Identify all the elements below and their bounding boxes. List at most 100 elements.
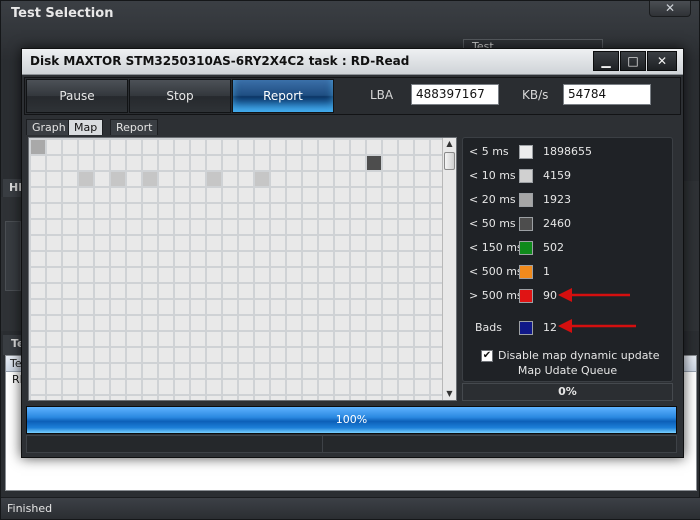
map-block <box>319 380 333 394</box>
map-block <box>143 380 157 394</box>
map-block <box>159 364 173 378</box>
scroll-thumb[interactable] <box>444 152 455 170</box>
map-block <box>287 220 301 234</box>
map-block <box>367 140 381 154</box>
map-block <box>191 284 205 298</box>
map-block <box>111 284 125 298</box>
map-block <box>95 284 109 298</box>
map-block <box>239 252 253 266</box>
map-block <box>271 236 285 250</box>
map-block <box>367 172 381 186</box>
map-block <box>111 364 125 378</box>
map-block <box>239 348 253 362</box>
legend-swatch <box>519 145 533 159</box>
map-block <box>335 300 349 314</box>
map-block <box>47 252 61 266</box>
map-block <box>271 316 285 330</box>
map-block <box>127 188 141 202</box>
map-block <box>351 188 365 202</box>
map-block <box>31 236 45 250</box>
checkbox-check-icon[interactable]: ✔ <box>481 349 493 362</box>
map-block <box>79 156 93 170</box>
map-block <box>383 284 397 298</box>
map-block <box>287 236 301 250</box>
map-block <box>47 396 61 400</box>
map-block <box>367 396 381 400</box>
map-block <box>207 300 221 314</box>
map-block <box>271 284 285 298</box>
map-block <box>79 396 93 400</box>
map-block <box>159 332 173 346</box>
map-block <box>79 364 93 378</box>
scroll-up-icon[interactable]: ▲ <box>443 138 456 150</box>
minimize-button[interactable]: ▁ <box>593 51 619 71</box>
map-block <box>399 252 413 266</box>
map-block <box>31 348 45 362</box>
map-block <box>111 236 125 250</box>
map-block <box>207 380 221 394</box>
pause-button[interactable]: Pause <box>26 79 128 113</box>
map-block <box>207 236 221 250</box>
map-block <box>127 268 141 282</box>
map-block <box>159 172 173 186</box>
map-block <box>351 348 365 362</box>
stop-button[interactable]: Stop <box>129 79 231 113</box>
map-block <box>159 236 173 250</box>
disable-map-update-checkbox[interactable]: ✔ Disable map dynamic update <box>481 349 660 362</box>
map-block <box>143 300 157 314</box>
map-block <box>175 172 189 186</box>
map-block <box>191 156 205 170</box>
map-block <box>79 300 93 314</box>
map-block <box>31 380 45 394</box>
map-block <box>159 348 173 362</box>
map-block <box>143 204 157 218</box>
map-block <box>287 172 301 186</box>
map-block <box>207 332 221 346</box>
map-block <box>175 252 189 266</box>
map-block <box>271 300 285 314</box>
map-block <box>63 140 77 154</box>
map-block <box>207 316 221 330</box>
map-block <box>239 316 253 330</box>
tab-graph[interactable]: Graph <box>26 119 72 135</box>
map-block <box>79 236 93 250</box>
map-block <box>239 204 253 218</box>
map-block <box>383 268 397 282</box>
close-button[interactable]: ✕ <box>647 51 677 71</box>
map-block <box>303 316 317 330</box>
maximize-button[interactable]: □ <box>620 51 646 71</box>
tab-map[interactable]: Map <box>68 119 104 135</box>
map-block <box>175 396 189 400</box>
map-block <box>127 220 141 234</box>
legend-count: 12 <box>543 321 557 334</box>
map-block <box>79 140 93 154</box>
map-block <box>111 204 125 218</box>
map-block <box>47 156 61 170</box>
map-scrollbar[interactable]: ▲ ▼ <box>442 138 456 400</box>
window-title: Test Selection <box>11 6 114 21</box>
lba-field[interactable]: 488397167 <box>411 84 499 105</box>
map-block <box>143 268 157 282</box>
map-block <box>223 140 237 154</box>
scroll-down-icon[interactable]: ▼ <box>443 388 456 400</box>
map-block <box>367 364 381 378</box>
tab-report[interactable]: Report <box>110 119 159 135</box>
map-block <box>383 300 397 314</box>
speed-field[interactable]: 54784 <box>563 84 651 105</box>
map-block <box>415 380 429 394</box>
map-block <box>271 348 285 362</box>
report-button[interactable]: Report <box>232 79 334 113</box>
map-block <box>255 236 269 250</box>
map-block <box>111 268 125 282</box>
map-block <box>287 188 301 202</box>
map-block <box>63 252 77 266</box>
dialog-titlebar[interactable]: Disk MAXTOR STM3250310AS-6RY2X4C2 task :… <box>22 49 683 75</box>
map-block <box>415 236 429 250</box>
map-block <box>223 204 237 218</box>
close-button[interactable]: ✕ <box>649 1 691 17</box>
map-block <box>255 348 269 362</box>
map-block <box>367 284 381 298</box>
map-block <box>271 396 285 400</box>
map-block <box>143 188 157 202</box>
map-block <box>127 140 141 154</box>
